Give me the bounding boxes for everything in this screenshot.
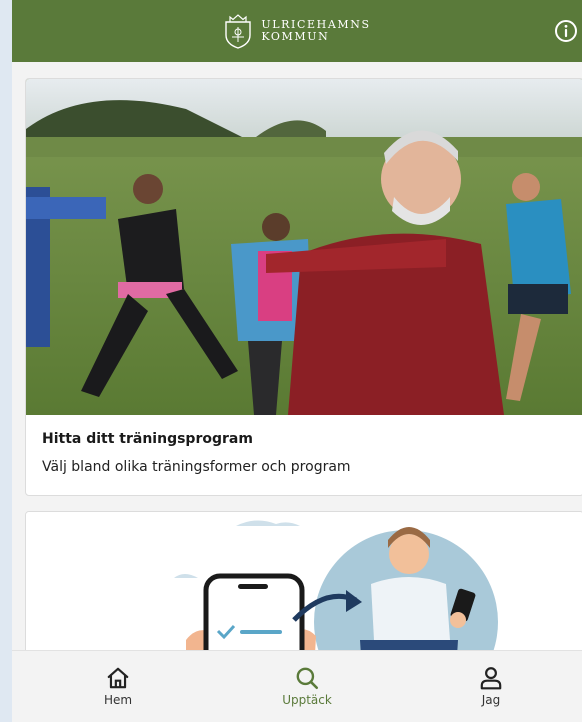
outdoor-group-stretching-photo (26, 79, 582, 415)
app-header: ULRICEHAMNS KOMMUN (12, 0, 582, 62)
promo-illustration-card[interactable] (25, 511, 582, 673)
app-screen: ULRICEHAMNS KOMMUN Hitta ditt träningspr… (12, 0, 582, 722)
card-title: Hitta ditt träningsprogram (42, 431, 253, 447)
info-button[interactable] (554, 19, 578, 43)
phone-and-man-illustration (26, 512, 582, 672)
nav-item-discover[interactable]: Upptäck (262, 665, 352, 707)
home-icon (107, 667, 129, 689)
bottom-navigation: Hem Upptäck Jag (12, 650, 582, 722)
nav-label-discover: Upptäck (282, 693, 332, 707)
nav-label-home: Hem (103, 693, 133, 707)
logo-line-2: KOMMUN (261, 30, 330, 43)
coat-of-arms-icon (225, 14, 252, 49)
nav-item-me[interactable]: Jag (446, 665, 536, 707)
info-circle-icon (555, 20, 577, 42)
training-program-card[interactable]: Hitta ditt träningsprogram Välj bland ol… (25, 78, 582, 496)
nav-item-home[interactable]: Hem (73, 665, 163, 707)
card-description: Välj bland olika träningsformer och prog… (42, 459, 351, 475)
municipality-logo: ULRICEHAMNS KOMMUN (223, 13, 370, 49)
user-icon (480, 667, 502, 690)
search-icon (296, 667, 319, 690)
logo-text: ULRICEHAMNS KOMMUN (261, 19, 370, 43)
nav-label-me: Jag (481, 693, 501, 707)
